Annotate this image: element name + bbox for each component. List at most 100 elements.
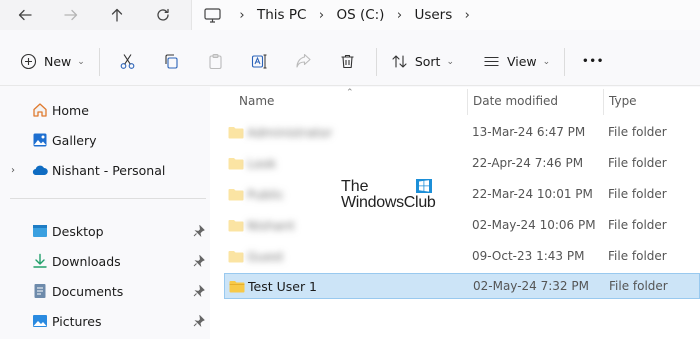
rename-button[interactable] [238,44,282,80]
file-date: 22-Mar-24 10:01 PM [472,187,593,201]
toolbar-divider [98,47,100,76]
chevron-right-icon[interactable]: › [388,8,410,23]
pin-icon[interactable] [193,225,205,237]
more-options-icon: ••• [582,56,605,67]
navigation-bar: › This PC › OS (C:) › Users › [0,0,700,30]
command-bar: New ⌄ Sort ⌄ View ⌄ ••• [0,38,700,86]
new-button[interactable]: New ⌄ [12,44,93,80]
sidebar-item-label: Documents [52,283,124,299]
desktop-folder-icon [32,223,48,239]
address-bar[interactable]: › This PC › OS (C:) › Users › [191,0,700,30]
sidebar-item-label: Pictures [52,313,102,329]
column-label: Name [239,94,275,108]
arrow-right-icon [64,9,78,21]
pin-icon[interactable] [193,255,205,267]
sort-button[interactable]: Sort ⌄ [383,44,462,80]
sidebar-item-gallery[interactable]: Gallery [0,127,210,153]
refresh-button[interactable] [140,0,186,30]
more-options-button[interactable]: ••• [571,44,615,80]
computer-icon [204,7,221,23]
sidebar-item-documents[interactable]: Documents [0,278,210,304]
folder-icon [228,126,244,138]
chevron-right-icon[interactable]: › [231,8,253,23]
windows-logo-icon [416,179,432,193]
chevron-down-icon: ⌄ [77,56,85,67]
forward-button[interactable] [48,0,94,30]
back-button[interactable] [2,0,48,30]
pin-icon[interactable] [193,315,205,327]
file-name: Look [247,155,277,171]
breadcrumb-this-pc[interactable]: This PC [253,7,310,23]
breadcrumb-os-c[interactable]: OS (C:) [332,7,388,23]
refresh-icon [157,8,169,21]
column-label: Date modified [473,94,559,108]
file-name: Guest [247,248,284,264]
sidebar-item-pictures[interactable]: Pictures [0,308,210,334]
table-row-selected[interactable]: Test User 1 02-May-24 7:32 PM File folde… [224,273,700,299]
file-date: 22-Apr-24 7:46 PM [472,156,584,170]
paste-button[interactable] [194,44,238,80]
pin-icon[interactable] [193,285,205,297]
toolbar-divider [468,48,469,76]
plus-circle-icon [20,53,37,70]
column-header-type[interactable]: Type [609,87,699,115]
file-type: File folder [608,187,667,201]
breadcrumb-users[interactable]: Users [410,7,456,23]
sidebar-item-onedrive[interactable]: › Nishant - Personal [0,157,210,183]
downloads-icon [32,253,48,269]
new-label: New [44,54,72,69]
table-row[interactable]: Look 22-Apr-24 7:46 PM File folder [224,150,700,176]
chevron-right-icon[interactable]: › [11,165,15,176]
toolbar-divider [375,47,377,76]
sidebar-item-label: Downloads [52,253,121,269]
table-row[interactable]: Nishant 02-May-24 10:06 PM File folder [224,212,700,238]
column-divider[interactable] [467,89,468,115]
file-name: Public [247,186,284,202]
documents-icon [32,283,48,299]
trash-icon [341,54,354,69]
sidebar-item-label: Gallery [52,132,97,148]
pictures-icon [32,313,48,329]
sidebar-item-downloads[interactable]: Downloads [0,248,210,274]
sidebar-divider [10,198,206,199]
clipboard-icon [209,53,222,70]
column-label: Type [609,94,637,108]
chevron-right-icon[interactable]: › [456,8,478,23]
chevron-down-icon: ⌄ [542,56,551,67]
sidebar-item-label: Home [52,102,89,118]
folder-icon [229,280,245,292]
table-row[interactable]: Public 22-Mar-24 10:01 PM File folder [224,181,700,207]
file-date: 09-Oct-23 1:43 PM [472,249,585,263]
view-list-icon [484,56,499,67]
onedrive-cloud-icon [32,162,48,178]
arrow-up-icon [111,8,123,22]
sidebar-item-label: Nishant - Personal [52,162,166,178]
gallery-icon [32,132,48,148]
file-type: File folder [608,125,667,139]
file-type: File folder [608,156,667,170]
view-button[interactable]: View ⌄ [475,44,558,80]
chevron-right-icon[interactable]: › [310,8,332,23]
home-icon [32,102,48,118]
delete-button[interactable] [326,44,370,80]
chevron-down-icon: ⌄ [446,56,454,67]
share-icon [296,53,311,68]
column-header-date[interactable]: Date modified [473,87,603,115]
copy-button[interactable] [150,44,194,80]
table-row[interactable]: Guest 09-Oct-23 1:43 PM File folder [224,243,700,269]
sidebar-item-home[interactable]: Home [0,97,210,123]
cut-button[interactable] [106,44,150,80]
share-button[interactable] [282,44,326,80]
file-date: 02-May-24 7:32 PM [473,279,589,293]
view-label: View [506,54,537,69]
up-button[interactable] [94,0,140,30]
sidebar-item-desktop[interactable]: Desktop [0,218,210,244]
table-row[interactable]: Administrator 13-Mar-24 6:47 PM File fol… [224,119,700,145]
toolbar-divider [564,47,566,76]
folder-icon [228,219,244,231]
file-name: Test User 1 [248,278,318,294]
navigation-pane: Home Gallery › Nishant - Personal Deskto… [0,87,210,339]
column-divider[interactable] [603,89,604,115]
file-name: Administrator [247,124,333,140]
scissors-icon [120,54,135,69]
